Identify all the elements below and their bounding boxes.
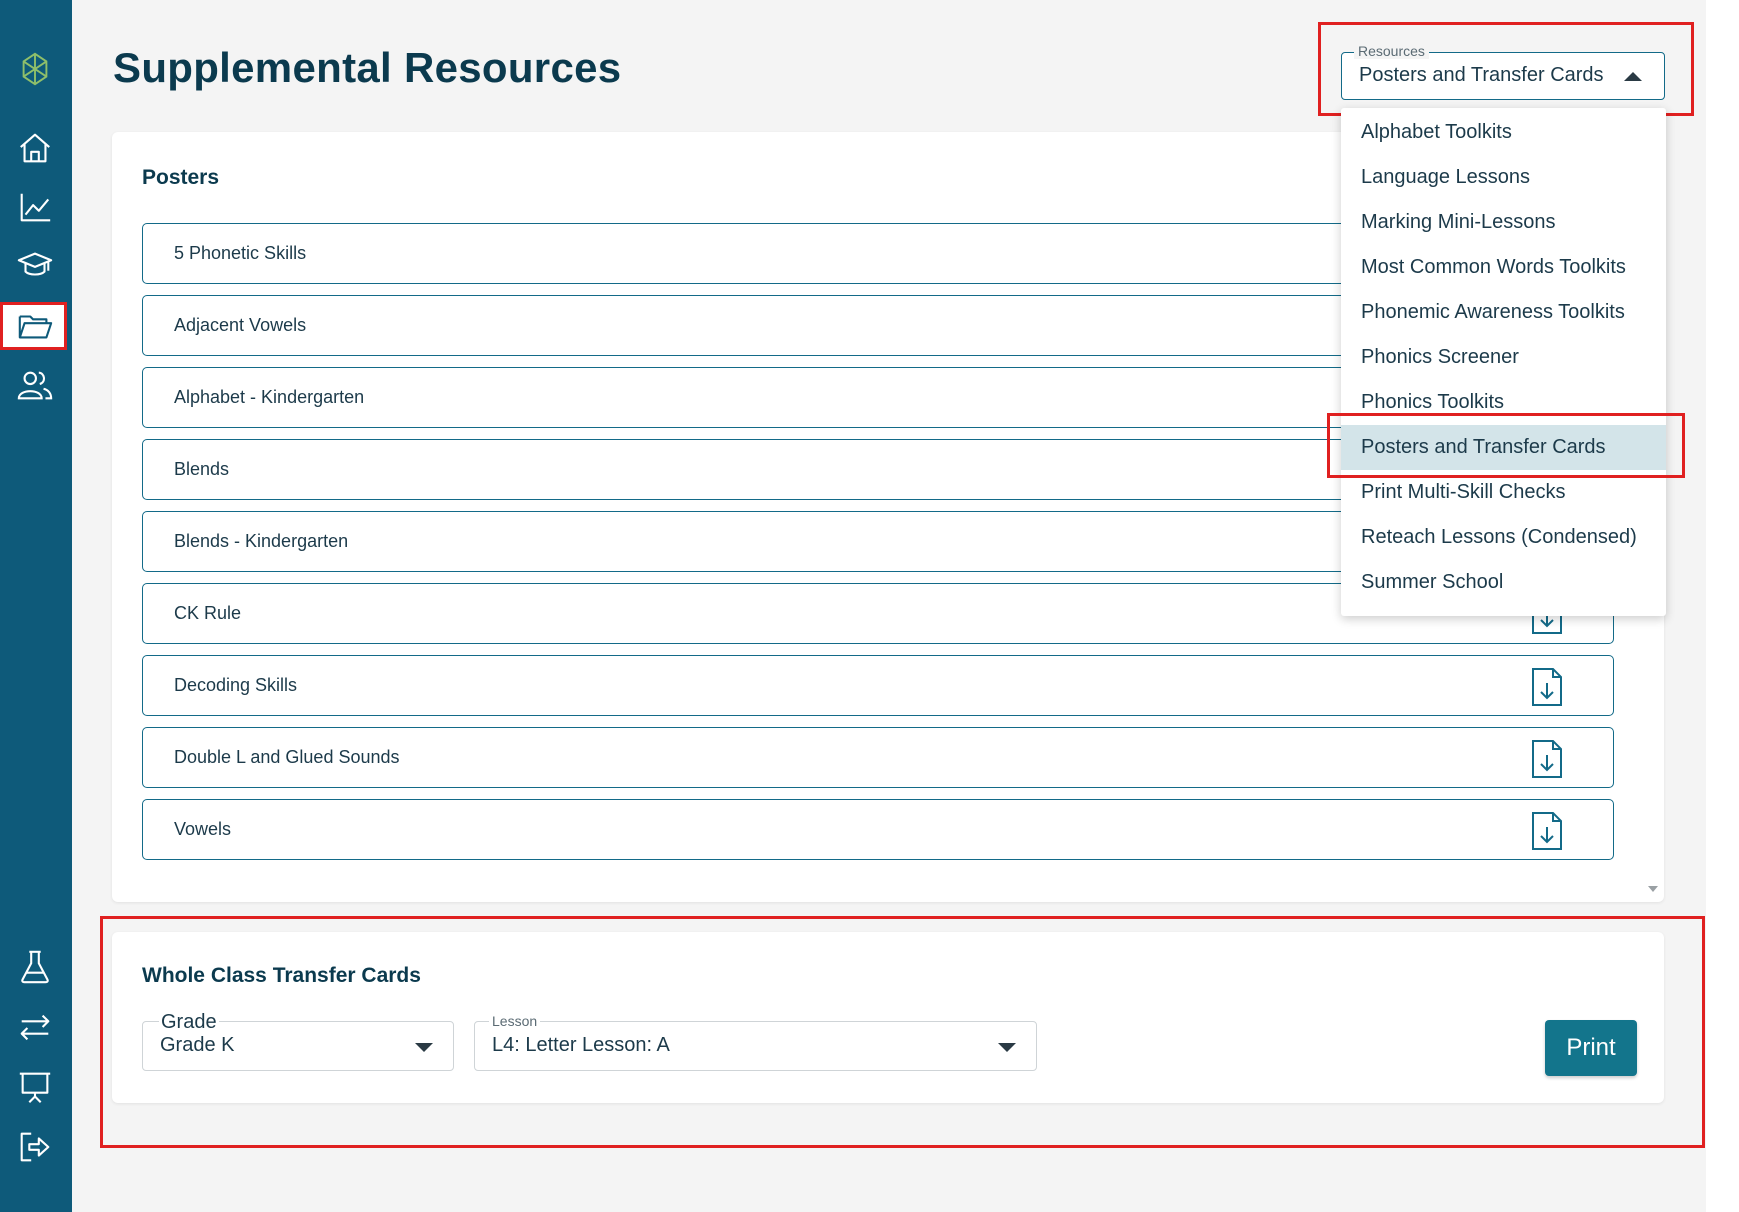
menu-item-marking-mini-lessons[interactable]: Marking Mini-Lessons — [1341, 200, 1666, 245]
menu-item-phonics-toolkits[interactable]: Phonics Toolkits — [1341, 380, 1666, 425]
users-icon[interactable] — [14, 364, 56, 406]
chevron-down-icon[interactable] — [415, 1043, 433, 1052]
poster-label: Double L and Glued Sounds — [174, 747, 400, 767]
page-title: Supplemental Resources — [113, 44, 622, 91]
lesson-select-value: L4: Letter Lesson: A — [492, 1034, 670, 1056]
menu-item-summer-school[interactable]: Summer School — [1341, 560, 1666, 605]
print-button[interactable]: Print — [1545, 1020, 1637, 1076]
poster-label: 5 Phonetic Skills — [174, 243, 307, 263]
download-file-icon[interactable] — [1529, 667, 1565, 707]
resources-select-label: Resources — [1354, 43, 1429, 59]
home-icon[interactable] — [14, 127, 56, 169]
chart-icon[interactable] — [14, 186, 56, 228]
menu-item-most-common-words-toolkits[interactable]: Most Common Words Toolkits — [1341, 245, 1666, 290]
presentation-icon[interactable] — [14, 1066, 56, 1108]
poster-label: CK Rule — [174, 603, 242, 623]
poster-label: Adjacent Vowels — [174, 315, 307, 335]
chevron-up-icon[interactable] — [1624, 72, 1642, 81]
poster-label: Blends — [174, 459, 230, 479]
poster-row[interactable]: Double L and Glued Sounds — [142, 727, 1614, 788]
chevron-down-icon[interactable] — [998, 1043, 1016, 1052]
transfer-cards-title: Whole Class Transfer Cards — [142, 964, 421, 987]
transfer-icon[interactable] — [14, 1006, 56, 1048]
scroll-down-arrow[interactable] — [1648, 886, 1658, 892]
resources-select[interactable]: Resources Posters and Transfer Cards — [1341, 43, 1665, 100]
menu-item-posters-and-transfer-cards[interactable]: Posters and Transfer Cards — [1341, 425, 1666, 470]
poster-label: Vowels — [174, 819, 232, 839]
folder-icon[interactable] — [14, 305, 56, 347]
lesson-select[interactable]: Lesson L4: Letter Lesson: A — [474, 1013, 1037, 1071]
poster-label: Decoding Skills — [174, 675, 298, 695]
menu-item-phonics-screener[interactable]: Phonics Screener — [1341, 335, 1666, 380]
flask-icon[interactable] — [14, 946, 56, 988]
grade-select-value: Grade K — [160, 1034, 235, 1056]
logo-icon[interactable] — [14, 48, 56, 90]
menu-item-alphabet-toolkits[interactable]: Alphabet Toolkits — [1341, 110, 1666, 155]
transfer-cards-card — [112, 932, 1664, 1103]
resources-dropdown-menu: Alphabet Toolkits Language Lessons Marki… — [1341, 108, 1666, 616]
resources-select-value: Posters and Transfer Cards — [1359, 64, 1604, 86]
grade-select[interactable]: Grade Grade K — [142, 1012, 454, 1071]
sidebar — [0, 0, 72, 1212]
graduation-cap-icon[interactable] — [14, 244, 56, 286]
poster-label: Blends - Kindergarten — [174, 531, 349, 551]
posters-section-title: Posters — [142, 166, 220, 189]
menu-item-language-lessons[interactable]: Language Lessons — [1341, 155, 1666, 200]
menu-item-reteach-lessons-condensed[interactable]: Reteach Lessons (Condensed) — [1341, 515, 1666, 560]
poster-label: Alphabet - Kindergarten — [174, 387, 365, 407]
poster-row[interactable]: Decoding Skills — [142, 655, 1614, 716]
menu-item-phonemic-awareness-toolkits[interactable]: Phonemic Awareness Toolkits — [1341, 290, 1666, 335]
download-file-icon[interactable] — [1529, 811, 1565, 851]
grade-select-label: Grade — [159, 1011, 219, 1033]
lesson-select-label: Lesson — [489, 1013, 541, 1029]
logout-icon[interactable] — [14, 1126, 56, 1168]
menu-item-print-multi-skill-checks[interactable]: Print Multi-Skill Checks — [1341, 470, 1666, 515]
download-file-icon[interactable] — [1529, 739, 1565, 779]
poster-row[interactable]: Vowels — [142, 799, 1614, 860]
